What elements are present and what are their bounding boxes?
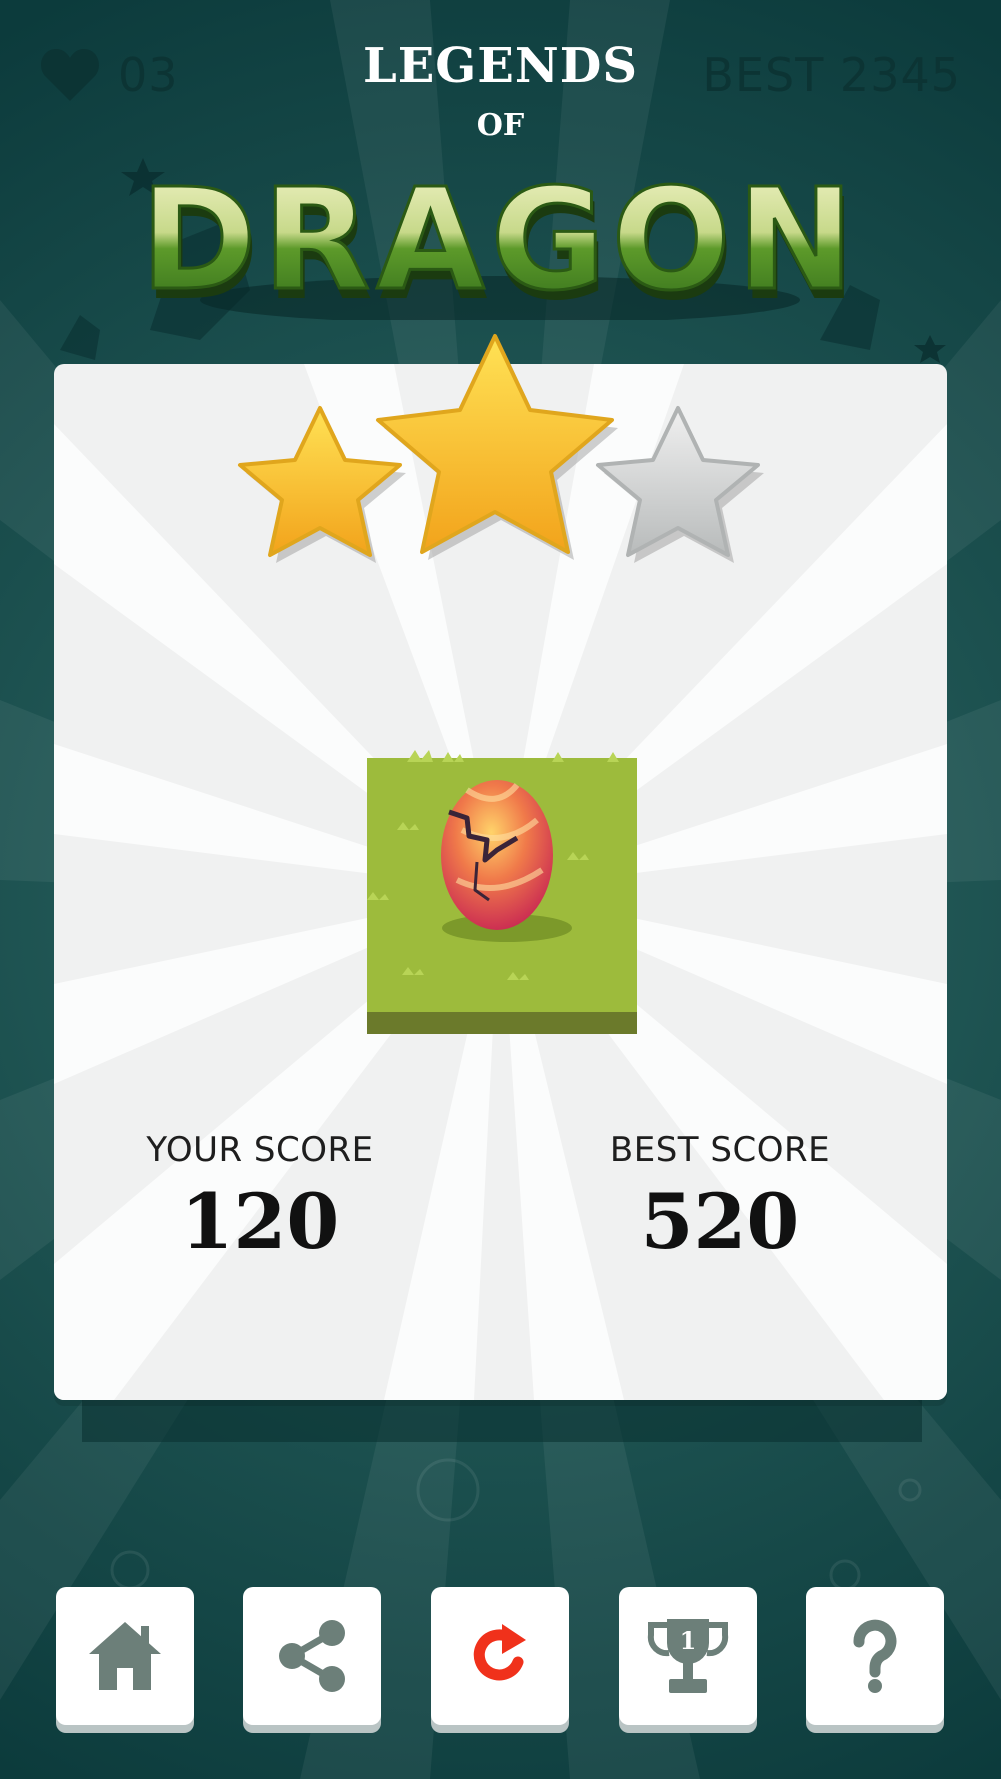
bottom-toolbar: 1 xyxy=(0,1587,1001,1732)
leaderboard-button[interactable]: 1 xyxy=(619,1587,757,1725)
game-title-logo: DRAGON DRAGON xyxy=(139,158,859,320)
game-title-of: OF xyxy=(476,108,525,143)
replay-icon xyxy=(473,1624,526,1681)
help-button[interactable] xyxy=(806,1587,944,1725)
share-icon xyxy=(279,1620,345,1692)
trophy-icon: 1 xyxy=(647,1619,729,1693)
best-score-value: 520 xyxy=(640,1177,800,1266)
your-score: YOUR SCORE 120 xyxy=(90,1130,430,1260)
your-score-value: 120 xyxy=(180,1177,340,1266)
dragon-egg-reward xyxy=(367,750,637,1034)
home-button[interactable] xyxy=(56,1587,194,1725)
game-title-main-fill: DRAGON xyxy=(140,159,859,320)
your-score-label: YOUR SCORE xyxy=(146,1130,374,1170)
replay-button[interactable] xyxy=(431,1587,569,1725)
share-button[interactable] xyxy=(243,1587,381,1725)
help-icon xyxy=(853,1619,897,1693)
game-title-legends: LEGENDS xyxy=(362,38,639,94)
best-score: BEST SCORE 520 xyxy=(550,1130,890,1260)
home-icon xyxy=(89,1622,161,1690)
best-score-label: BEST SCORE xyxy=(609,1130,831,1170)
trophy-badge: 1 xyxy=(680,1626,697,1655)
